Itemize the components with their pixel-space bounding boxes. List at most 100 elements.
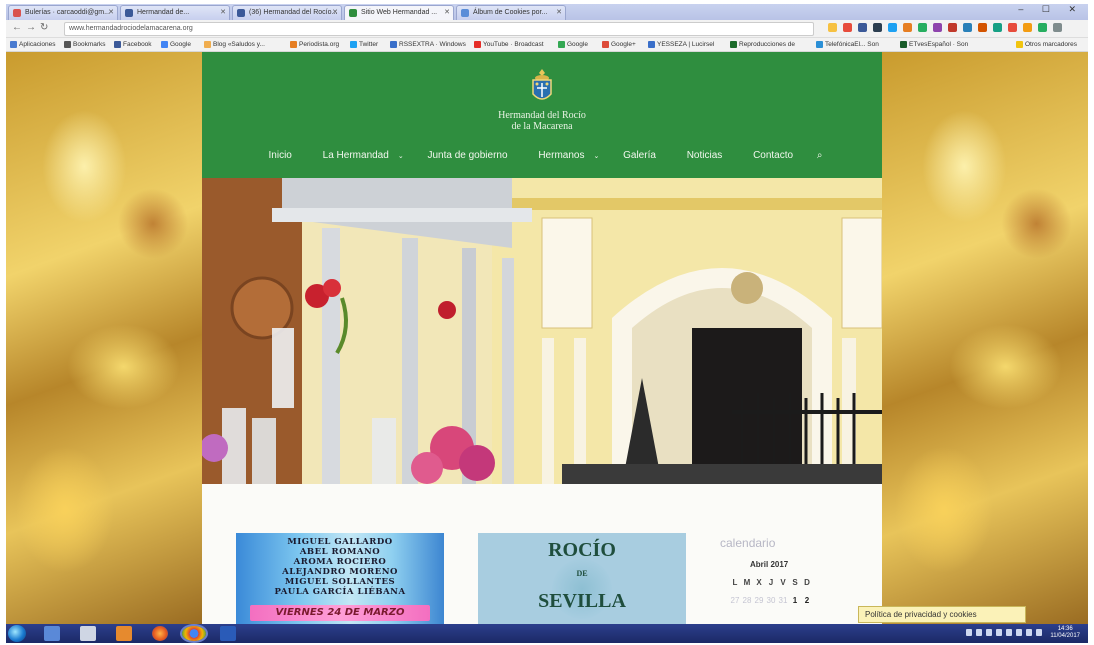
bookmark-item[interactable]: Bookmarks [64, 41, 106, 48]
screen: Bulerías · carcaoddi@gm... ✕ Hermandad d… [0, 0, 1094, 645]
extension-icon[interactable] [993, 23, 1002, 32]
site-title[interactable]: Hermandad del Rocío de la Macarena [442, 110, 642, 132]
bookmark-item[interactable]: RSSEXTRA · Windows [390, 41, 466, 48]
bookmarks-bar: Aplicaciones Bookmarks Facebook Google B… [6, 38, 1088, 52]
volume-icon[interactable] [1016, 629, 1022, 636]
word-icon[interactable] [220, 626, 236, 641]
media-icon[interactable] [116, 626, 132, 641]
close-tab-icon[interactable]: ✕ [220, 8, 226, 16]
bookmark-icon [290, 41, 297, 48]
bookmark-item[interactable]: TelefónicaEl... Son [816, 41, 879, 48]
browser-tab[interactable]: Álbum de Cookies por... ✕ [456, 5, 566, 20]
menu-icon[interactable] [1053, 23, 1062, 32]
back-icon[interactable]: ← [12, 22, 22, 33]
nav-item-contacto[interactable]: Contacto [746, 150, 800, 161]
window-controls[interactable]: – ☐ ✕ [1018, 4, 1084, 18]
page-viewport[interactable]: Hermandad del Rocío de la Macarena Inici… [6, 52, 1088, 624]
extension-icon[interactable] [1038, 23, 1047, 32]
nav-label: Contacto [753, 150, 794, 161]
nav-item-inicio[interactable]: Inicio [262, 150, 299, 161]
start-button-icon[interactable] [8, 625, 26, 642]
url-input[interactable]: www.hermandadrociodelamacarena.org [64, 22, 814, 36]
main-navigation: Inicio La Hermandad ⌄ Junta de gobierno H… [202, 150, 882, 161]
browser-tab[interactable]: (36) Hermandad del Rocío... ✕ [232, 5, 342, 20]
bookmark-item[interactable]: Google [161, 41, 191, 48]
nav-item-junta-de-gobierno[interactable]: Junta de gobierno [420, 150, 514, 161]
extension-icon[interactable] [918, 23, 927, 32]
reload-icon[interactable]: ↻ [40, 22, 48, 33]
extension-icon[interactable] [873, 23, 882, 32]
explorer-icon[interactable] [80, 626, 96, 641]
ie-icon[interactable] [44, 626, 60, 641]
forward-icon[interactable]: → [26, 22, 36, 33]
close-tab-icon[interactable]: ✕ [444, 8, 450, 16]
taskbar-clock[interactable]: 14:36 11/04/2017 [1050, 626, 1080, 640]
browser-tab[interactable]: Bulerías · carcaoddi@gm... ✕ [8, 5, 118, 20]
extension-icon[interactable] [888, 23, 897, 32]
bookmark-item[interactable]: YESSEZA | Lucirsel [648, 41, 714, 48]
browser-tab[interactable]: Hermandad de... ✕ [120, 5, 230, 20]
clock-date: 11/04/2017 [1050, 633, 1080, 639]
brotherhood-crest-icon[interactable] [529, 68, 555, 106]
chevron-down-icon: ⌄ [397, 153, 404, 160]
bookmark-label: Google [170, 41, 191, 48]
close-tab-icon[interactable]: ✕ [108, 8, 114, 16]
nav-item-galeria[interactable]: Galería [616, 150, 663, 161]
artist-list: MIGUEL GALLARDO ABEL ROMANO AROMA ROCIER… [236, 537, 444, 597]
calendar-day[interactable]: 1 [789, 596, 801, 605]
facebook-icon [114, 41, 121, 48]
extension-icon[interactable] [963, 23, 972, 32]
extension-toolbar [828, 23, 1062, 35]
bookmark-item[interactable]: Aplicaciones [10, 41, 56, 48]
bookmark-item-other[interactable]: Otros marcadores [1016, 41, 1077, 48]
cookie-policy-button[interactable]: Política de privacidad y cookies [858, 606, 1026, 623]
calendar-day[interactable]: 2 [801, 596, 813, 605]
concert-poster[interactable]: MIGUEL GALLARDO ABEL ROMANO AROMA ROCIER… [236, 533, 444, 624]
tab-favicon-icon [125, 9, 133, 17]
bookmark-item[interactable]: Reproducciones de [730, 41, 795, 48]
bookmark-item[interactable]: Google [558, 41, 588, 48]
bookmark-item[interactable]: Google+ [602, 41, 636, 48]
firefox-icon[interactable] [152, 626, 168, 641]
browser-tab-active[interactable]: Sitio Web Hermandad ... ✕ [344, 5, 454, 20]
weekday-label: M [743, 578, 751, 587]
rocio-sevilla-banner[interactable]: ROCÍO DE SEVILLA [478, 533, 686, 624]
close-tab-icon[interactable]: ✕ [556, 8, 562, 16]
extension-icon[interactable] [1023, 23, 1032, 32]
extension-icon[interactable] [903, 23, 912, 32]
flag-icon[interactable] [1026, 629, 1032, 636]
chrome-icon[interactable] [182, 626, 206, 641]
close-tab-icon[interactable]: ✕ [332, 8, 338, 16]
chevron-down-icon: ⌄ [593, 153, 600, 160]
tray-icon[interactable] [1036, 629, 1042, 636]
bookmark-item[interactable]: Twitter [350, 41, 378, 48]
extension-icon[interactable] [858, 23, 867, 32]
nav-item-la-hermandad[interactable]: La Hermandad ⌄ [316, 150, 404, 161]
search-icon[interactable]: ⌕ [817, 150, 823, 161]
twitter-icon [350, 41, 357, 48]
artist-name: MIGUEL SOLLANTES [284, 577, 396, 587]
nav-item-noticias[interactable]: Noticias [680, 150, 730, 161]
extension-icon[interactable] [978, 23, 987, 32]
bookmark-label: YESSEZA | Lucirsel [657, 41, 715, 48]
windows-taskbar: 14:36 11/04/2017 [6, 624, 1088, 643]
extension-icon[interactable] [843, 23, 852, 32]
artist-name: ABEL ROMANO [299, 547, 381, 557]
bookmark-item[interactable]: Periodista.org [290, 41, 339, 48]
bookmark-item[interactable]: ETvesEspañol · Son [900, 41, 968, 48]
google-plus-icon [602, 41, 609, 48]
extension-icon[interactable] [1008, 23, 1017, 32]
bookmark-item[interactable]: Blog «Saludos y... [204, 41, 265, 48]
tray-icon[interactable] [996, 629, 1002, 636]
bookmark-item[interactable]: Facebook [114, 41, 152, 48]
tray-icon[interactable] [986, 629, 992, 636]
bookmark-item[interactable]: YouTube · Broadcast [474, 41, 544, 48]
tab-favicon-icon [237, 9, 245, 17]
tray-icon[interactable] [976, 629, 982, 636]
tray-icon[interactable] [966, 629, 972, 636]
bookmark-star-icon[interactable] [828, 23, 837, 32]
nav-item-hermanos[interactable]: Hermanos ⌄ [531, 150, 599, 161]
network-icon[interactable] [1006, 629, 1012, 636]
extension-icon[interactable] [933, 23, 942, 32]
extension-icon[interactable] [948, 23, 957, 32]
